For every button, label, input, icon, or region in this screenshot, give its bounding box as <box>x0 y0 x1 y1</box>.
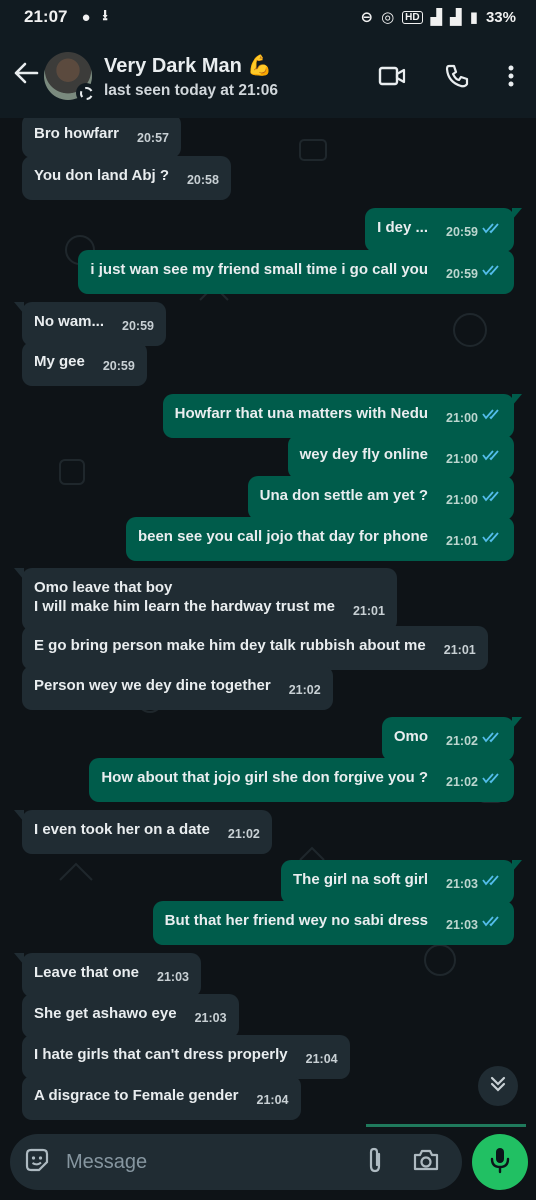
message-incoming[interactable]: Person wey we dey dine together 21:02 <box>22 666 333 710</box>
message-outgoing[interactable]: i just wan see my friend small time i go… <box>78 250 514 294</box>
last-seen: last seen today at 21:06 <box>104 81 279 99</box>
divider-line <box>366 1124 526 1127</box>
chat-header: Very Dark Man 💪 last seen today at 21:06 <box>0 34 536 118</box>
scroll-to-bottom-button[interactable] <box>478 1066 518 1106</box>
microphone-icon <box>489 1146 511 1179</box>
video-call-icon[interactable] <box>378 65 406 87</box>
status-bar: 21:07 ● ⭳ ⊖ ◎ HD ▟ ▟ ▮ 33% <box>0 0 536 34</box>
message-incoming[interactable]: Leave that one 21:03 <box>13 953 202 997</box>
chat-notification-icon: ● <box>81 8 91 26</box>
microphone-button[interactable] <box>472 1134 528 1190</box>
read-ticks-icon <box>482 220 502 239</box>
battery-percent: 33% <box>485 8 516 26</box>
message-list[interactable]: Bro howfarr 20:57 You don land Abj ? 20:58… <box>0 114 536 1122</box>
status-ring-icon <box>76 83 96 103</box>
message-outgoing[interactable]: The girl na soft girl 21:03 <box>281 860 522 904</box>
read-ticks-icon <box>482 262 502 281</box>
download-icon: ⭳ <box>102 6 108 24</box>
message-outgoing[interactable]: Howfarr that una matters with Nedu 21:00 <box>162 394 523 438</box>
hotspot-icon: ◎ <box>381 9 395 26</box>
read-ticks-icon <box>482 913 502 932</box>
message-outgoing[interactable]: been see you call jojo that day for phon… <box>125 517 514 561</box>
status-time: 21:07 <box>24 7 68 26</box>
voice-call-icon[interactable] <box>444 63 470 89</box>
read-ticks-icon <box>482 488 502 507</box>
read-ticks-icon <box>482 447 502 466</box>
read-ticks-icon <box>482 872 502 891</box>
message-composer[interactable]: Message <box>10 1134 462 1190</box>
signal-icon: ▟ <box>430 9 443 26</box>
hd-badge: HD <box>402 10 423 24</box>
message-input[interactable]: Message <box>66 1151 366 1174</box>
message-incoming[interactable]: No wam... 20:59 <box>14 302 166 346</box>
read-ticks-icon <box>482 406 502 425</box>
avatar[interactable] <box>44 52 96 103</box>
back-arrow-icon[interactable] <box>6 59 46 93</box>
contact-name: Very Dark Man 💪 <box>104 54 273 77</box>
message-incoming[interactable]: She get ashawo eye 21:03 <box>22 994 239 1038</box>
message-incoming[interactable]: A disgrace to Female gender 21:04 <box>22 1076 301 1120</box>
message-outgoing[interactable]: I dey ... 20:59 <box>365 208 522 252</box>
signal-icon-2: ▟ <box>450 9 462 26</box>
message-incoming[interactable]: You don land Abj ? 20:58 <box>22 156 231 200</box>
read-ticks-icon <box>482 770 502 789</box>
message-outgoing[interactable]: But that her friend wey no sabi dress 21:… <box>152 901 514 945</box>
contact-info[interactable]: Very Dark Man 💪 last seen today at 21:06 <box>104 53 278 100</box>
do-not-disturb-icon: ⊖ <box>360 9 374 26</box>
message-outgoing[interactable]: Una don settle am yet ? 21:00 <box>247 476 514 520</box>
attach-icon[interactable] <box>366 1146 384 1179</box>
message-incoming[interactable]: I even took her on a date 21:02 <box>14 810 272 854</box>
message-incoming[interactable]: Omo leave that boy I will make him learn… <box>14 568 397 631</box>
message-incoming[interactable]: My gee 20:59 <box>22 342 147 386</box>
message-outgoing[interactable]: How about that jojo girl she don forgive… <box>89 758 514 802</box>
double-chevron-down-icon <box>489 1075 507 1098</box>
more-options-icon[interactable] <box>508 65 514 87</box>
camera-icon[interactable] <box>412 1148 440 1177</box>
read-ticks-icon <box>482 729 502 748</box>
battery-icon: ▮ <box>469 9 478 26</box>
message-outgoing[interactable]: wey dey fly online 21:00 <box>287 435 514 479</box>
message-incoming[interactable]: Bro howfarr 20:57 <box>22 114 181 158</box>
read-ticks-icon <box>482 529 502 548</box>
message-outgoing[interactable]: Omo 21:02 <box>381 717 523 761</box>
message-incoming[interactable]: I hate girls that can't dress properly 21… <box>22 1035 350 1079</box>
sticker-icon[interactable] <box>24 1147 50 1178</box>
message-incoming[interactable]: E go bring person make him dey talk rubb… <box>22 626 488 670</box>
